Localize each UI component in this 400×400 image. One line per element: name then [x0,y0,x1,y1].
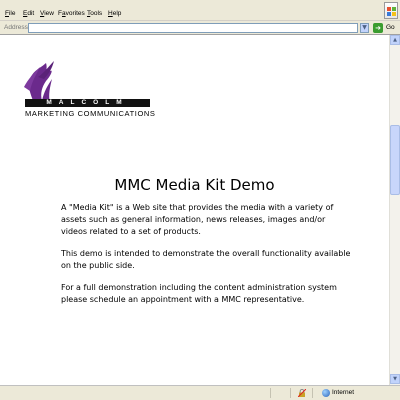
address-input[interactable] [28,23,358,33]
status-divider [270,388,271,398]
intro-paragraph: A "Media Kit" is a Web site that provide… [61,203,334,236]
logo-tagline: MARKETING COMMUNICATIONS [25,109,156,118]
chevron-up-icon: ▲ [393,37,397,43]
appointment-paragraph: For a full demonstration including the c… [61,283,337,304]
menu-bar: File Edit View Favorites Tools Help [0,0,400,21]
scrollbar-thumb[interactable] [390,125,400,195]
demo-paragraph: This demo is intended to demonstrate the… [61,249,351,270]
chevron-down-icon: ▼ [362,24,367,31]
company-logo: MALCOLM MARKETING COMMUNICATIONS [20,57,155,122]
menu-tools[interactable]: Tools [87,10,102,17]
menu-file-label: ile [8,10,16,17]
menu-edit-label: dit [27,10,35,17]
menu-help-label: elp [112,10,122,17]
logo-wordmark-bar: MALCOLM [25,99,150,107]
address-dropdown-button[interactable]: ▼ [360,23,369,33]
status-bar: Internet [0,385,400,400]
address-bar: Address ▼ ➜ Go [0,21,400,35]
vertical-scrollbar[interactable]: ▲ ▼ [389,35,400,385]
menu-favorites-label: vorites [65,10,85,17]
page-title: MMC Media Kit Demo [114,176,275,194]
page-content: MALCOLM MARKETING COMMUNICATIONS MMC Med… [0,35,389,385]
globe-icon [322,389,330,397]
chevron-down-icon: ▼ [393,376,397,382]
menu-help[interactable]: Help [108,10,121,17]
menu-favorites[interactable]: Favorites [58,10,85,17]
go-button[interactable]: ➜ Go [373,22,399,34]
menu-tools-label: ools [90,10,103,17]
menu-edit[interactable]: Edit [23,10,34,17]
scroll-up-button[interactable]: ▲ [390,35,400,45]
lock-icon [298,389,306,397]
menu-file[interactable]: File [5,10,16,17]
menu-view[interactable]: View [40,10,54,17]
status-divider [290,388,291,398]
status-divider [312,388,313,398]
scroll-down-button[interactable]: ▼ [390,374,400,384]
go-arrow-icon: ➜ [373,23,383,33]
security-zone-label: Internet [332,389,355,396]
logo-wordmark: MALCOLM [46,99,129,106]
menu-view-label: iew [44,10,54,17]
go-label: Go [386,24,395,31]
windows-logo-icon [384,2,398,19]
address-label: Address [4,24,28,31]
